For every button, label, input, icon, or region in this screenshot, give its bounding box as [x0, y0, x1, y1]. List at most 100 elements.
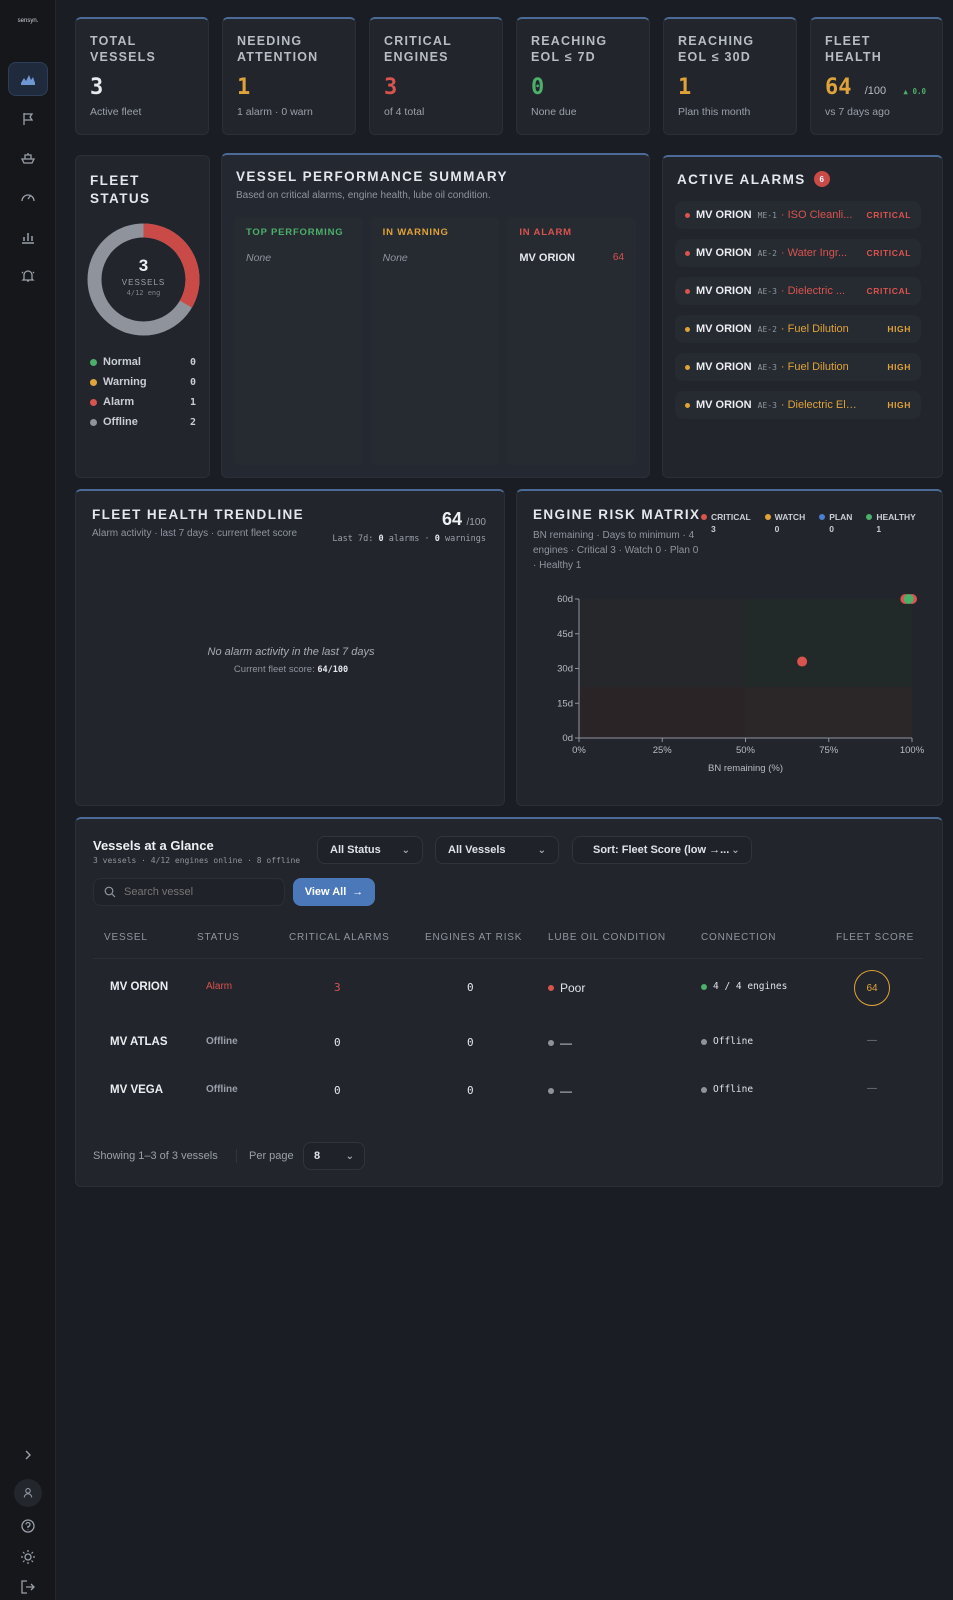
sort-select[interactable]: Sort: Fleet Score (low →... ⌄ — [572, 836, 752, 864]
table-column-header[interactable]: CONNECTION — [701, 932, 776, 943]
theme-toggle-button[interactable] — [8, 1540, 48, 1574]
table-cell: 0 — [467, 1084, 474, 1097]
alarm-vessel: MV ORION — [696, 247, 752, 259]
performance-empty: None — [382, 252, 408, 264]
kpi-sub: Plan this month — [678, 106, 751, 118]
table-row[interactable] — [93, 966, 923, 1022]
alarm-text: · Water Ingr... — [780, 247, 848, 259]
table-column-header[interactable]: CRITICAL ALARMS — [289, 932, 390, 943]
nav-dashboard[interactable] — [8, 62, 48, 96]
risk-point — [903, 594, 914, 604]
lube-oil-condition: — — [560, 1036, 572, 1050]
view-all-button[interactable]: View All → — [293, 878, 375, 906]
x-tick-label: 25% — [653, 745, 673, 756]
kpi-sub: Active fleet — [90, 106, 142, 118]
alarm-severity-dot — [685, 250, 690, 256]
logout-icon — [21, 1580, 35, 1594]
avatar — [14, 1479, 42, 1507]
kpi-label: REACHING EOL ≤ 7D — [531, 34, 608, 64]
table-cell: 0 — [467, 1036, 474, 1049]
alarm-bell-icon — [21, 270, 35, 282]
trend-empty-title: No alarm activity in the last 7 days — [207, 646, 375, 658]
connection-status: Offline — [713, 1084, 754, 1095]
dashboard-icon — [21, 75, 35, 85]
per-page-select[interactable]: 8 ⌄ — [303, 1142, 365, 1170]
last7-warnings-count: 0 — [434, 534, 440, 544]
alarm-item[interactable]: MV ORION AE-3 · Dielectric ... CRITICAL — [675, 277, 921, 305]
trend-last7: Last 7d: 0 alarms · 0 warnings — [332, 534, 486, 544]
vessel-filter-select[interactable]: All Vessels ⌄ — [435, 836, 559, 864]
table-cell: MV ORION — [110, 981, 168, 993]
alarm-severity: CRITICAL — [866, 286, 911, 296]
vessel-filter-value: All Vessels — [448, 844, 506, 856]
table-cell: Offline — [206, 1036, 238, 1047]
x-tick-label: 50% — [736, 745, 756, 756]
y-tick-label: 0d — [562, 733, 573, 744]
chevron-down-icon: ⌄ — [401, 844, 410, 856]
legend-label: Offline — [103, 416, 138, 428]
nav-vessels[interactable] — [8, 141, 48, 175]
status-dot — [90, 398, 97, 406]
table-column-header[interactable]: STATUS — [197, 932, 240, 943]
performance-column-label: IN ALARM — [519, 227, 572, 238]
connection-dot — [701, 983, 707, 990]
nav-analytics[interactable] — [8, 220, 48, 254]
alarm-item[interactable]: MV ORION AE-2 · Fuel Dilution HIGH — [675, 315, 921, 343]
table-column-header[interactable]: LUBE OIL CONDITION — [548, 932, 666, 943]
alarm-item[interactable]: MV ORION AE-3 · Fuel Dilution HIGH — [675, 353, 921, 381]
user-icon — [23, 1488, 33, 1498]
zone-healthy — [745, 599, 912, 688]
last7-prefix: Last 7d: — [332, 534, 374, 544]
risk-point — [797, 656, 808, 667]
last7-warnings-label: warnings — [445, 534, 486, 544]
kpi-value: 1 — [237, 75, 341, 100]
nav-engines[interactable] — [8, 180, 48, 214]
expand-sidebar-button[interactable] — [8, 1438, 48, 1472]
vessel-name: MV ORION — [110, 981, 169, 993]
table-cell: Alarm — [206, 981, 232, 992]
table-column-header[interactable]: ENGINES AT RISK — [425, 932, 522, 943]
risk-legend-item: PLAN 0 — [819, 511, 852, 535]
user-button[interactable] — [8, 1476, 48, 1510]
view-all-label: View All — [304, 886, 347, 898]
performance-subtitle: Based on critical alarms, engine health,… — [236, 190, 491, 201]
active-alarms-title: ACTIVE ALARMS — [677, 171, 806, 187]
table-column-header[interactable]: VESSEL — [104, 932, 148, 943]
search-box[interactable] — [93, 878, 285, 906]
kpi-sub: vs 7 days ago — [825, 106, 890, 118]
legend-count: 0 — [189, 376, 196, 388]
risk-subtitle: BN remaining · Days to minimum · 4 engin… — [533, 530, 699, 571]
kpi-value: 3 — [384, 75, 488, 100]
kpi-sub: of 4 total — [384, 106, 425, 118]
table-column-header[interactable]: FLEET SCORE — [836, 932, 914, 943]
legend-label: Alarm — [103, 396, 135, 408]
alarm-severity: HIGH — [887, 362, 911, 372]
trend-empty-sub-prefix: Current fleet score: — [233, 664, 315, 675]
performance-vessel-score: 64 — [612, 252, 625, 263]
lube-status-dot — [548, 1040, 554, 1046]
y-tick-label: 30d — [557, 664, 573, 675]
nav-fleet[interactable] — [8, 102, 48, 136]
trend-empty-sub-value: 64/100 — [317, 665, 349, 675]
alarm-text: · Dielectric ... — [780, 285, 846, 297]
performance-vessel-row[interactable]: MV ORION 64 — [519, 252, 624, 264]
performance-title: VESSEL PERFORMANCE SUMMARY — [236, 169, 508, 184]
search-input[interactable] — [124, 886, 274, 898]
logout-button[interactable] — [8, 1570, 48, 1600]
fleet-status-legend-row: Offline 2 — [90, 412, 196, 432]
alarm-item[interactable]: MV ORION ME-1 · ISO Cleanli... CRITICAL — [675, 201, 921, 229]
kpi-value-number: 0 — [531, 75, 545, 100]
status-filter-select[interactable]: All Status ⌄ — [317, 836, 423, 864]
risk-legend: CRITICAL 3 WATCH 0 PLAN 0 HEALTHY 1 — [701, 511, 916, 535]
alarm-item[interactable]: MV ORION AE-2 · Water Ingr... CRITICAL — [675, 239, 921, 267]
fleet-score-ring: 64 — [854, 970, 890, 1006]
alarm-item[interactable]: MV ORION AE-3 · Dielectric Elev... HIGH — [675, 391, 921, 419]
alarm-engine: AE-3 — [757, 362, 777, 372]
nav-alarms[interactable] — [8, 259, 48, 293]
risk-legend-count: 0 — [829, 524, 834, 534]
zone-critical — [579, 687, 746, 738]
alarm-text: · ISO Cleanli... — [780, 209, 853, 221]
help-button[interactable] — [8, 1509, 48, 1543]
connection-status: Offline — [713, 1036, 754, 1047]
x-tick-label: 0% — [572, 745, 586, 756]
